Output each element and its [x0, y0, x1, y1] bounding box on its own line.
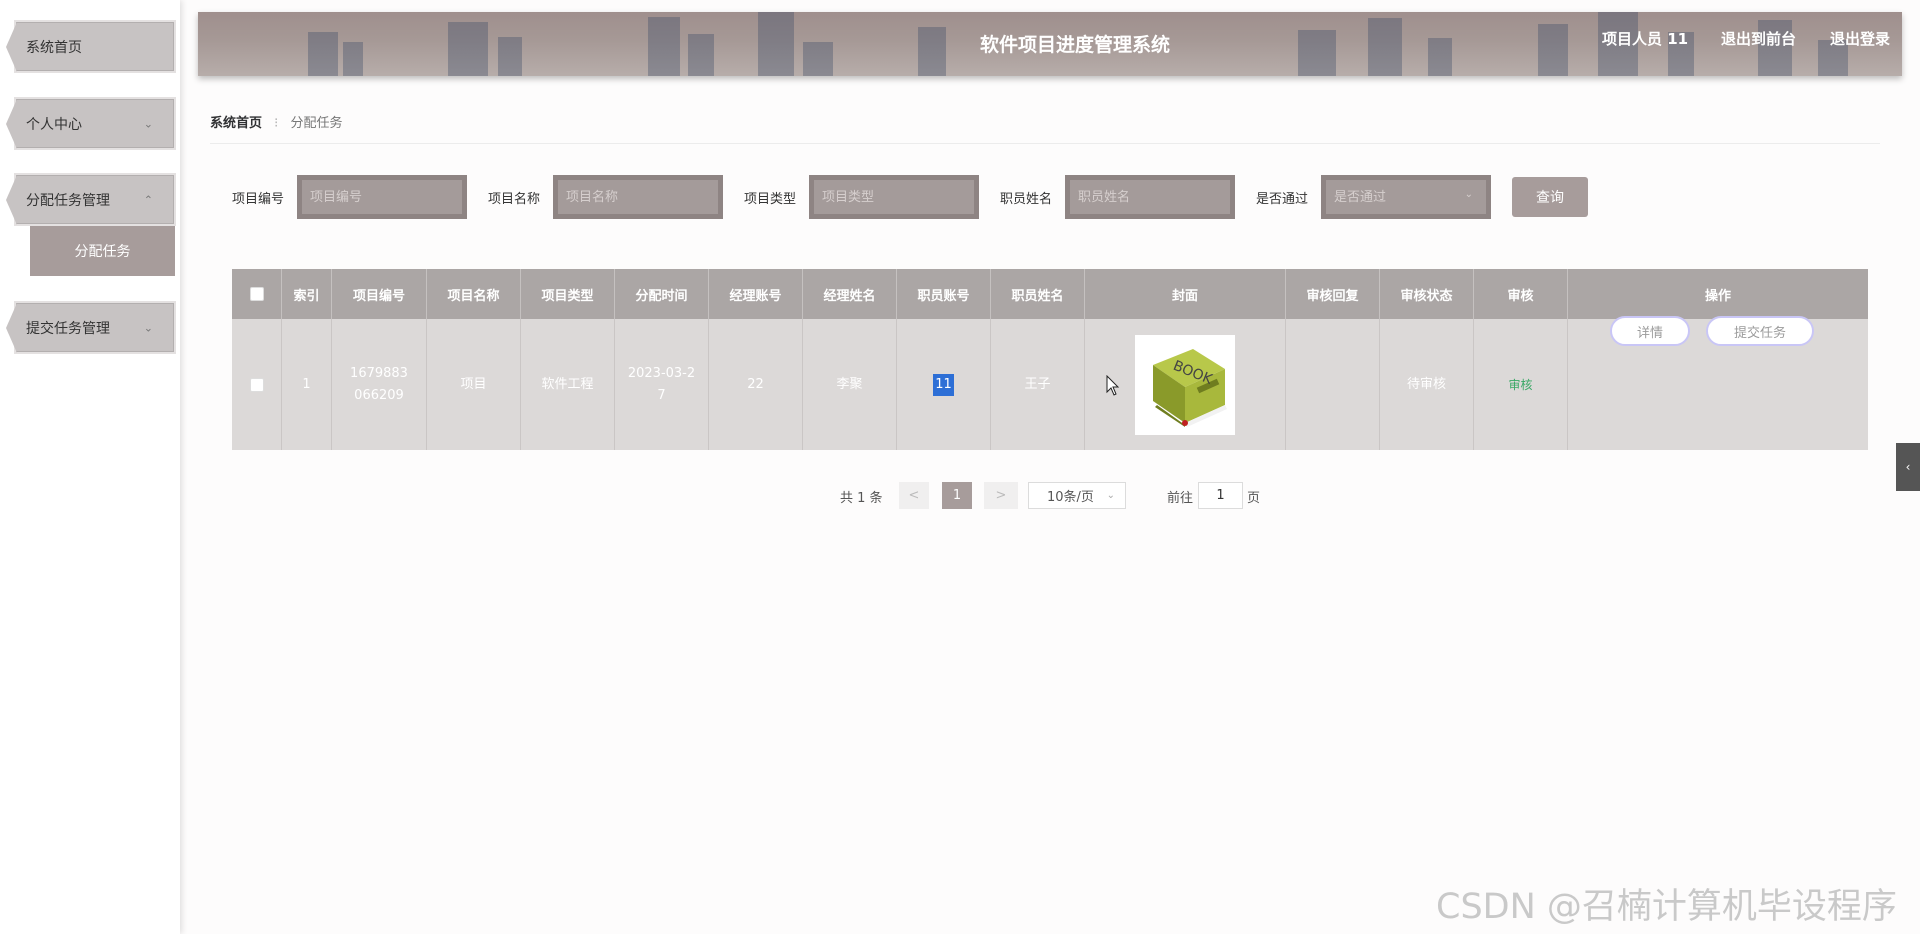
column-header: 项目名称 [427, 269, 521, 319]
exit-to-front-link[interactable]: 退出到前台 [1721, 28, 1796, 49]
top-header: 软件项目进度管理系统 项目人员 11 退出到前台 退出登录 [198, 12, 1902, 76]
is-passed-label: 是否通过 [1256, 192, 1309, 207]
staff-name-field-wrapper [1065, 175, 1235, 219]
column-header: 审核状态 [1380, 269, 1474, 319]
cell-manager-name: 李聚 [803, 319, 897, 450]
detail-button[interactable]: 详情 [1610, 316, 1690, 346]
chevron-down-icon: ⌄ [1106, 490, 1115, 501]
divider [210, 143, 1880, 144]
search-button[interactable]: 查询 [1512, 177, 1588, 217]
prev-page-button[interactable]: < [899, 482, 929, 509]
cell-assign-time: 2023-03-27 [615, 319, 709, 450]
cell-project-name: 项目 [427, 319, 521, 450]
review-link[interactable]: 审核 [1508, 374, 1532, 396]
column-header: 操作 [1704, 288, 1731, 304]
sidebar-item-personal-center[interactable]: 个人中心 ⌄ [6, 99, 174, 149]
page-size-value: 10条/页 [1047, 490, 1094, 505]
goto-label: 前往 [1167, 491, 1194, 506]
column-header: 项目类型 [521, 269, 615, 319]
cell-staff-account: 11 [897, 319, 991, 450]
cell-review: 审核 [1474, 319, 1568, 450]
column-header: 项目编号 [332, 269, 427, 319]
column-header: 封面 [1085, 269, 1286, 319]
column-header: 经理姓名 [803, 269, 897, 319]
page-size-select[interactable]: 10条/页 ⌄ [1028, 482, 1126, 509]
project-no-field-wrapper [297, 175, 467, 219]
breadcrumb-current: 分配任务 [290, 116, 343, 131]
sidebar-item-label: 系统首页 [26, 39, 82, 56]
breadcrumb: 系统首页 ⁝ 分配任务 [210, 112, 342, 131]
column-header: 职员账号 [897, 269, 991, 319]
cell-index: 1 [282, 319, 332, 450]
project-no-input[interactable] [302, 180, 462, 214]
sidebar-item-label: 个人中心 [26, 116, 82, 133]
cover-image[interactable]: BOOK [1135, 334, 1235, 435]
is-passed-select[interactable] [1326, 180, 1486, 214]
sidebar-subitem-assign-task[interactable]: 分配任务 [30, 226, 175, 276]
task-table: 索引 项目编号 项目名称 项目类型 分配时间 经理账号 经理姓名 职员账号 职员… [232, 269, 1868, 451]
logout-link[interactable]: 退出登录 [1830, 28, 1890, 49]
goto-page-input[interactable]: 1 [1198, 482, 1243, 509]
project-type-field-wrapper [809, 175, 979, 219]
pagination-total: 共 1 条 [840, 491, 883, 506]
column-header: 索引 [282, 269, 332, 319]
staff-name-input[interactable] [1070, 180, 1230, 214]
chevron-down-icon: ⌄ [143, 117, 153, 130]
project-no-label: 项目编号 [232, 192, 285, 207]
current-user-label: 项目人员 11 [1602, 30, 1689, 48]
cell-staff-account-text: 11 [933, 373, 954, 396]
chevron-down-icon: ⌄ [1464, 189, 1473, 200]
watermark: CSDN @召楠计算机毕设程序 [1436, 887, 1897, 927]
submit-task-button[interactable]: 提交任务 [1706, 316, 1814, 346]
chevron-up-icon: ⌃ [143, 193, 153, 206]
column-header: 职员姓名 [991, 269, 1085, 319]
column-header: 分配时间 [615, 269, 709, 319]
breadcrumb-separator: ⁝ [274, 116, 279, 131]
cell-review-status: 待审核 [1380, 319, 1474, 450]
book-icon: BOOK [1153, 348, 1227, 427]
cell-project-type: 软件工程 [521, 319, 615, 450]
staff-name-label: 职员姓名 [1000, 192, 1053, 207]
mouse-cursor-icon [1106, 375, 1120, 396]
column-header: 审核 [1474, 269, 1568, 319]
table-header: 索引 项目编号 项目名称 项目类型 分配时间 经理账号 经理姓名 职员账号 职员… [232, 269, 1868, 319]
project-name-input[interactable] [558, 180, 718, 214]
project-type-label: 项目类型 [744, 192, 797, 207]
sidebar-item-label: 分配任务管理 [26, 192, 110, 209]
project-name-field-wrapper [553, 175, 723, 219]
side-panel-toggle[interactable]: ‹ [1896, 443, 1920, 491]
select-all-checkbox[interactable] [249, 287, 264, 301]
column-header: 经理账号 [709, 269, 803, 319]
row-select-cell[interactable] [232, 319, 282, 450]
breadcrumb-home[interactable]: 系统首页 [210, 116, 262, 131]
chevron-left-icon: ‹ [1905, 460, 1911, 474]
is-passed-field-wrapper: ⌄ [1321, 175, 1491, 219]
cell-staff-name: 王子 [991, 319, 1085, 450]
column-header: 审核回复 [1286, 269, 1380, 319]
cell-project-no: 1679883066209 [332, 319, 427, 450]
cell-review-reply [1286, 319, 1380, 450]
next-page-button[interactable]: > [984, 482, 1018, 509]
page-number-button[interactable]: 1 [942, 482, 972, 509]
row-checkbox[interactable] [249, 377, 264, 392]
page-suffix-label: 页 [1247, 491, 1261, 506]
sidebar-item-submit-task-management[interactable]: 提交任务管理 ⌄ [6, 303, 174, 353]
project-type-input[interactable] [814, 180, 974, 214]
sidebar-item-assign-task-management[interactable]: 分配任务管理 ⌃ [6, 175, 174, 225]
sidebar-item-home[interactable]: 系统首页 [6, 22, 174, 72]
cell-manager-account: 22 [709, 319, 803, 450]
chevron-down-icon: ⌄ [143, 321, 153, 334]
header-select-all[interactable] [232, 269, 282, 319]
project-name-label: 项目名称 [488, 192, 541, 207]
sidebar-item-label: 提交任务管理 [26, 320, 110, 337]
sidebar: 系统首页 个人中心 ⌄ 分配任务管理 ⌃ 分配任务 提交任务管理 ⌄ [0, 0, 180, 934]
